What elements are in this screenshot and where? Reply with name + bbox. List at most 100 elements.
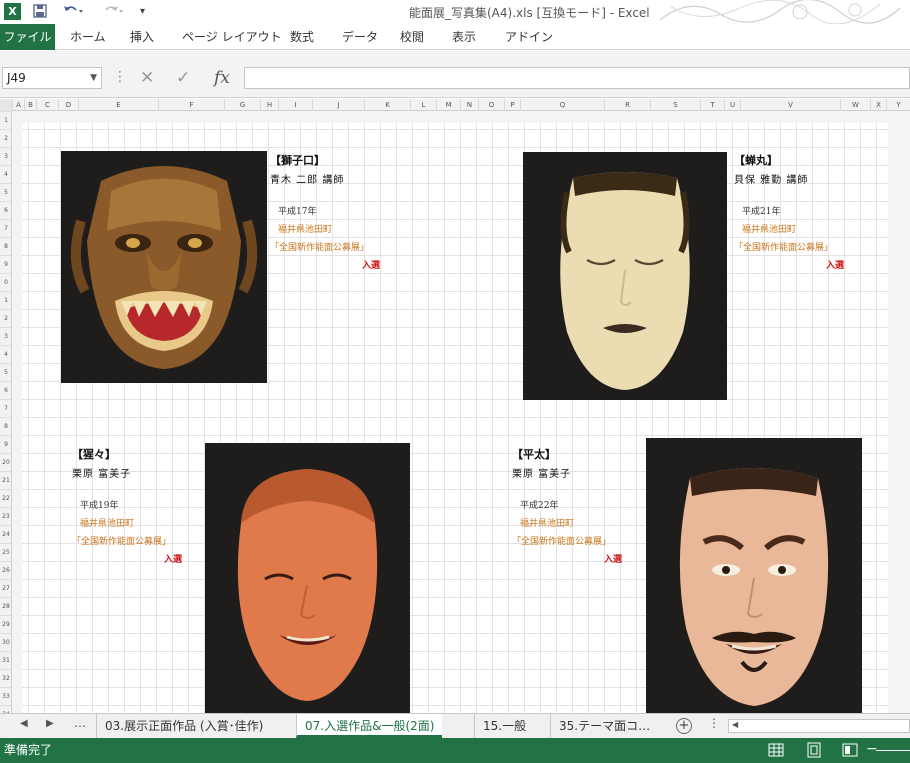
- column-header-cell[interactable]: B: [24, 99, 36, 111]
- row-header-cell[interactable]: 3: [0, 327, 11, 345]
- row-header-cell[interactable]: 5: [0, 363, 11, 381]
- column-header-cell[interactable]: D: [58, 99, 78, 111]
- sheet-more-icon[interactable]: …: [74, 716, 86, 730]
- formula-input[interactable]: [244, 67, 910, 89]
- tab-data[interactable]: データ: [342, 24, 378, 50]
- zoom-slider[interactable]: [876, 750, 910, 751]
- tab-file[interactable]: ファイル: [0, 24, 55, 50]
- column-header-cell[interactable]: I: [278, 99, 312, 111]
- normal-view-icon[interactable]: [768, 742, 784, 758]
- row-header-cell[interactable]: 0: [0, 273, 11, 291]
- row-header-cell[interactable]: 9: [0, 255, 11, 273]
- column-header-cell[interactable]: P: [504, 99, 520, 111]
- sheet-tab-07-active[interactable]: 07.入選作品&一般(2面): [296, 714, 443, 738]
- column-header-cell[interactable]: T: [700, 99, 724, 111]
- page-break-view-icon[interactable]: [842, 742, 858, 758]
- tab-split-icon[interactable]: ⋮: [708, 716, 720, 730]
- row-header-cell[interactable]: 5: [0, 183, 11, 201]
- row-header-cell[interactable]: 1: [0, 291, 11, 309]
- redo-icon[interactable]: [102, 3, 124, 21]
- row-header-cell[interactable]: 34: [0, 705, 11, 713]
- column-header-cell[interactable]: H: [260, 99, 278, 111]
- mask-photo-1[interactable]: [61, 151, 267, 383]
- row-header-cell[interactable]: 32: [0, 669, 11, 687]
- tab-home[interactable]: ホーム: [70, 24, 106, 50]
- row-header-cell[interactable]: 20: [0, 453, 11, 471]
- page-layout-view-icon[interactable]: [806, 742, 822, 758]
- tab-formulas[interactable]: 数式: [290, 24, 314, 50]
- formula-bar-grip-icon[interactable]: ⋮: [113, 69, 127, 85]
- insert-function-icon[interactable]: fx: [214, 66, 230, 90]
- row-header-cell[interactable]: 8: [0, 237, 11, 255]
- sheet-tab-35[interactable]: 35.テーマ面コ…: [550, 714, 658, 738]
- column-header-cell[interactable]: M: [436, 99, 460, 111]
- row-header-cell[interactable]: 4: [0, 165, 11, 183]
- row-header-cell[interactable]: 7: [0, 399, 11, 417]
- column-header-cell[interactable]: U: [724, 99, 740, 111]
- column-header-cell[interactable]: G: [224, 99, 260, 111]
- row-header-cell[interactable]: 9: [0, 435, 11, 453]
- mask-photo-4[interactable]: [646, 438, 862, 713]
- row-header-cell[interactable]: 2: [0, 129, 11, 147]
- column-header-cell[interactable]: W: [840, 99, 870, 111]
- mask-photo-2[interactable]: [523, 152, 727, 400]
- column-header-cell[interactable]: A: [12, 99, 24, 111]
- row-header-cell[interactable]: 24: [0, 525, 11, 543]
- row-header-cell[interactable]: 6: [0, 201, 11, 219]
- zoom-out-icon[interactable]: −: [866, 741, 878, 757]
- row-header-cell[interactable]: 22: [0, 489, 11, 507]
- tab-addins[interactable]: アドイン: [505, 24, 553, 50]
- row-header-cell[interactable]: 27: [0, 579, 11, 597]
- column-header-cell[interactable]: X: [870, 99, 886, 111]
- horizontal-scrollbar[interactable]: ◀: [728, 719, 910, 733]
- sheet-tab-03[interactable]: 03.展示正面作品 (入賞･佳作): [96, 714, 271, 738]
- mask-photo-3[interactable]: [205, 443, 410, 713]
- column-header-cell[interactable]: Y: [886, 99, 910, 111]
- column-header-cell[interactable]: L: [410, 99, 436, 111]
- row-header-cell[interactable]: 21: [0, 471, 11, 489]
- column-header-cell[interactable]: N: [460, 99, 478, 111]
- row-header-cell[interactable]: 30: [0, 633, 11, 651]
- row-header-cell[interactable]: 29: [0, 615, 11, 633]
- row-header-cell[interactable]: 4: [0, 345, 11, 363]
- row-header-cell[interactable]: 31: [0, 651, 11, 669]
- column-header-cell[interactable]: C: [36, 99, 58, 111]
- row-header-cell[interactable]: 26: [0, 561, 11, 579]
- tab-page-layout[interactable]: ページ レイアウト: [182, 24, 282, 50]
- customize-qat-icon[interactable]: ▾: [140, 3, 145, 21]
- tab-review[interactable]: 校閲: [400, 24, 424, 50]
- name-box[interactable]: J49 ▼: [2, 67, 102, 89]
- tab-view[interactable]: 表示: [452, 24, 476, 50]
- name-box-dropdown-icon[interactable]: ▼: [90, 68, 97, 88]
- column-header-cell[interactable]: Q: [520, 99, 604, 111]
- save-icon[interactable]: [32, 3, 48, 21]
- sheet-prev-icon[interactable]: ◀: [20, 718, 28, 729]
- column-header-cell[interactable]: F: [158, 99, 224, 111]
- enter-icon[interactable]: ✓: [176, 66, 190, 90]
- column-header-cell[interactable]: J: [312, 99, 364, 111]
- column-header-cell[interactable]: S: [650, 99, 700, 111]
- row-header-cell[interactable]: 3: [0, 147, 11, 165]
- row-header-cell[interactable]: 33: [0, 687, 11, 705]
- row-header-cell[interactable]: 1: [0, 111, 11, 129]
- row-header-cell[interactable]: 7: [0, 219, 11, 237]
- row-header-cell[interactable]: 6: [0, 381, 11, 399]
- column-header-cell[interactable]: R: [604, 99, 650, 111]
- add-sheet-icon[interactable]: +: [676, 718, 692, 734]
- scroll-left-icon[interactable]: ◀: [732, 720, 738, 729]
- column-header-cell[interactable]: V: [740, 99, 840, 111]
- select-all-corner[interactable]: [0, 99, 12, 111]
- row-header-cell[interactable]: 25: [0, 543, 11, 561]
- sheet-next-icon[interactable]: ▶: [46, 718, 54, 729]
- row-header-cell[interactable]: 2: [0, 309, 11, 327]
- row-header-cell[interactable]: 8: [0, 417, 11, 435]
- undo-icon[interactable]: [62, 3, 84, 21]
- sheet-tab-15[interactable]: 15.一般: [474, 714, 534, 738]
- worksheet-grid[interactable]: 【獅子口】 青木 二郎 講師 平成17年 福井県池田町 「全国新作能面公募展」 …: [12, 111, 910, 713]
- cancel-icon[interactable]: ✕: [140, 66, 154, 90]
- column-header-cell[interactable]: E: [78, 99, 158, 111]
- row-header-cell[interactable]: 28: [0, 597, 11, 615]
- column-header-cell[interactable]: O: [478, 99, 504, 111]
- tab-insert[interactable]: 挿入: [130, 24, 154, 50]
- column-header-cell[interactable]: K: [364, 99, 410, 111]
